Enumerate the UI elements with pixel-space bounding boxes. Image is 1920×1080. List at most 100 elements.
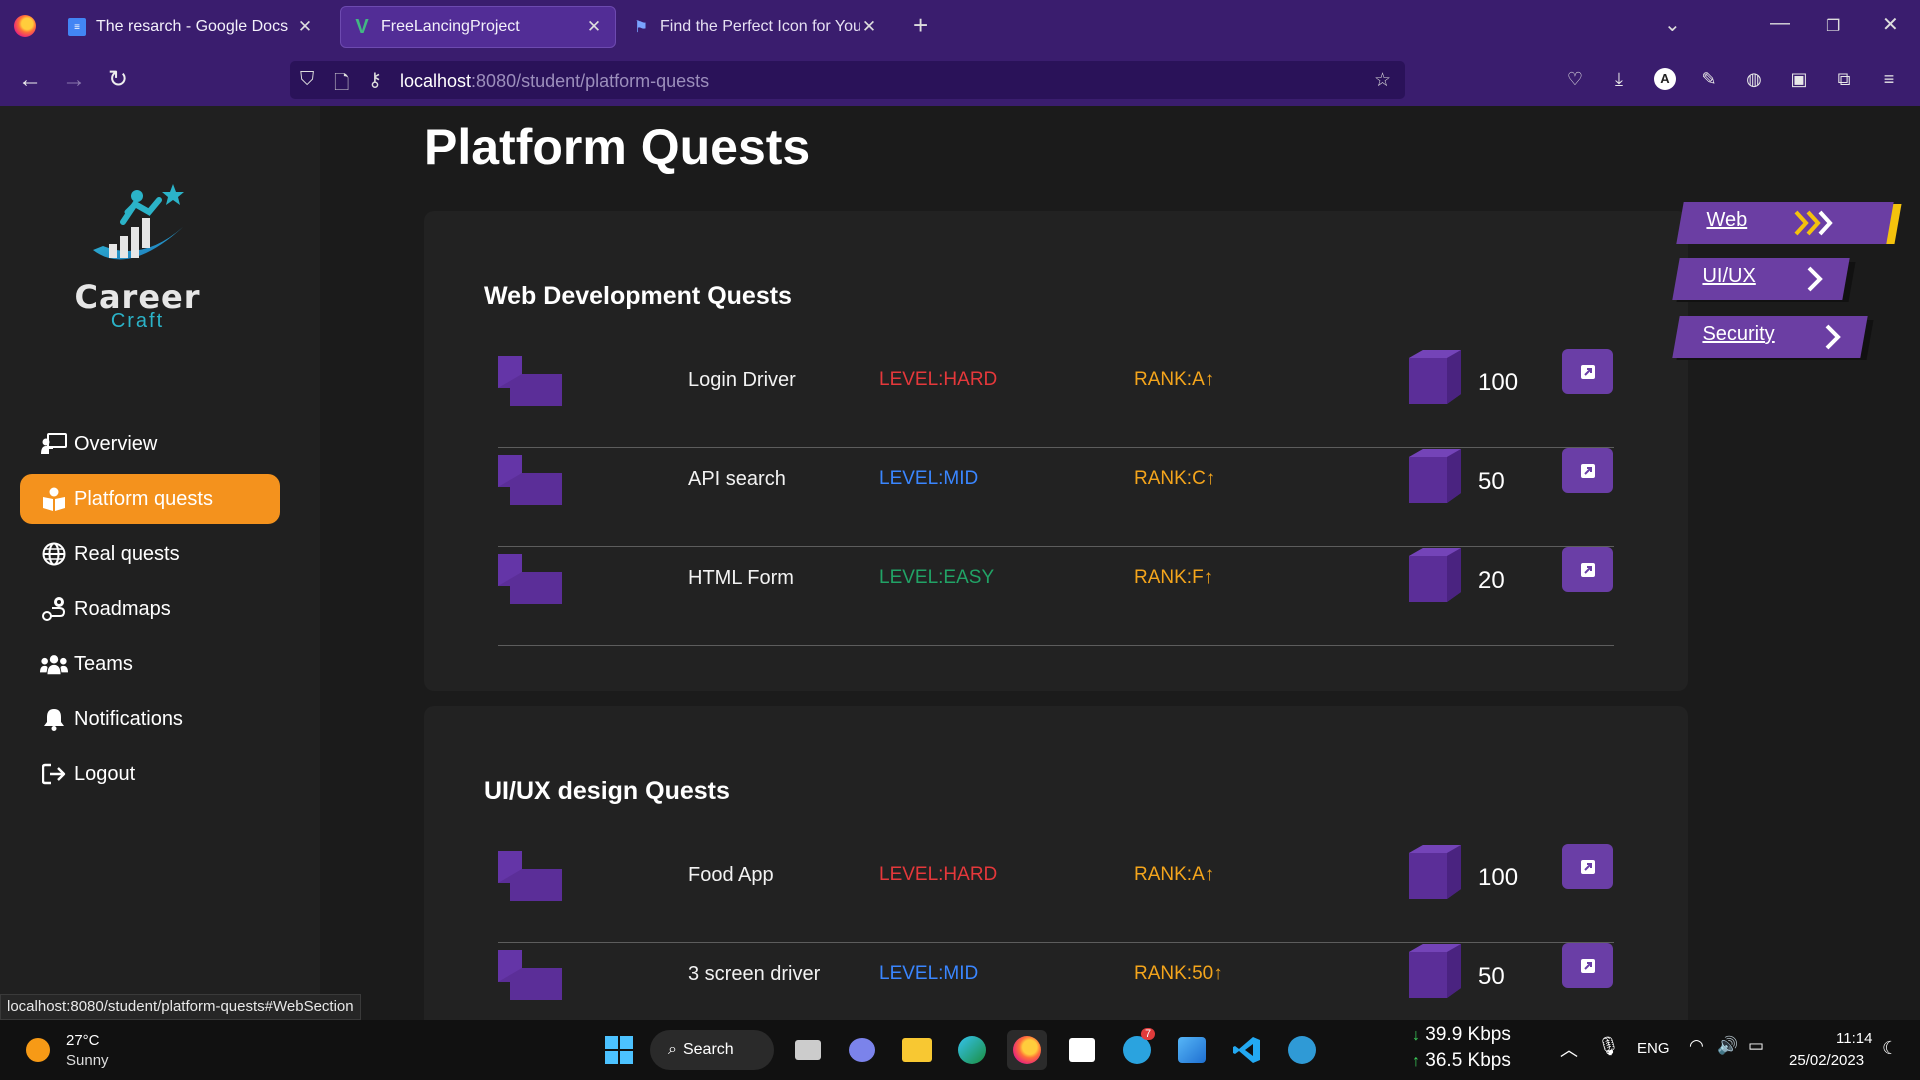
section-nav-label: Web xyxy=(1706,209,1748,231)
close-icon[interactable]: ✕ xyxy=(860,17,878,37)
pocket-icon[interactable]: ♡ xyxy=(1564,68,1586,90)
tab-google-docs[interactable]: ≡ The resarch - Google Docs ✕ xyxy=(56,6,326,48)
forward-arrow-icon[interactable]: → xyxy=(62,66,86,94)
google-docs-icon: ≡ xyxy=(68,18,86,36)
bell-icon xyxy=(40,706,68,732)
sun-weather-icon[interactable] xyxy=(24,1036,52,1064)
back-arrow-icon[interactable]: ← xyxy=(18,66,42,94)
open-quest-button[interactable] xyxy=(1562,943,1613,988)
app-globe-icon[interactable] xyxy=(1286,1034,1318,1066)
star-icon[interactable]: ☆ xyxy=(1374,69,1391,92)
close-icon[interactable]: ✕ xyxy=(296,17,314,37)
windows-start-icon[interactable] xyxy=(603,1034,635,1066)
quest-level: LEVEL:EASY xyxy=(879,567,995,588)
browser-tab-bar: ≡ The resarch - Google Docs ✕ V FreeLanc… xyxy=(0,0,1920,54)
open-quest-button[interactable] xyxy=(1562,844,1613,889)
users-icon xyxy=(40,651,68,677)
sidebar-item-roadmaps[interactable]: Roadmaps xyxy=(20,584,280,634)
sidebar-item-overview[interactable]: Overview xyxy=(20,419,280,469)
address-bar[interactable]: ⛉ 🗋 ⚷ localhost:8080/student/platform-qu… xyxy=(290,61,1405,99)
pen-icon[interactable]: ✎ xyxy=(1698,68,1720,90)
reload-icon[interactable]: ↻ xyxy=(108,66,128,94)
photos-icon[interactable] xyxy=(1176,1034,1208,1066)
store-icon[interactable] xyxy=(1066,1034,1098,1066)
quest-row: 3 screen driver LEVEL:MID RANK:50↑ 50 xyxy=(498,943,1614,1020)
points-cube-icon xyxy=(1409,944,1461,998)
open-quest-button[interactable] xyxy=(1562,349,1613,394)
browser-nav-bar: ← → ↻ ⛉ 🗋 ⚷ localhost:8080/student/platf… xyxy=(0,54,1920,106)
globe-ext-icon[interactable]: ◍ xyxy=(1743,68,1765,90)
quest-rank: RANK:50↑ xyxy=(1134,963,1223,984)
sidebar-item-notifications[interactable]: Notifications xyxy=(20,694,280,744)
wifi-icon[interactable]: ◠ xyxy=(1689,1036,1704,1056)
sidebar-item-real-quests[interactable]: Real quests xyxy=(20,529,280,579)
show-hidden-icons[interactable]: ︿ xyxy=(1560,1036,1578,1062)
quest-points: 20 xyxy=(1478,567,1505,594)
close-window-icon[interactable]: ✕ xyxy=(1882,12,1899,37)
close-icon[interactable]: ✕ xyxy=(585,17,603,37)
sidebar-item-label: Roadmaps xyxy=(74,597,171,620)
new-tab-button[interactable]: + xyxy=(913,10,928,41)
minimize-icon[interactable]: — xyxy=(1770,12,1790,35)
firefox-taskbar-icon[interactable] xyxy=(1007,1030,1047,1070)
quest-points: 100 xyxy=(1478,864,1519,891)
telegram-icon[interactable]: 7 xyxy=(1121,1028,1156,1066)
firefox-icon[interactable] xyxy=(14,15,36,37)
account-icon[interactable]: A xyxy=(1654,68,1676,90)
section-nav-web[interactable]: Web xyxy=(1676,202,1894,244)
net-up-speed: ↑ 36.5 Kbps xyxy=(1412,1050,1511,1072)
open-quest-button[interactable] xyxy=(1562,547,1613,592)
tab-title: Find the Perfect Icon for Your Pr xyxy=(660,18,860,35)
clock-time[interactable]: 11:14 xyxy=(1836,1030,1872,1047)
weather-temp[interactable]: 27°C xyxy=(66,1032,100,1049)
task-view-icon[interactable] xyxy=(792,1034,824,1066)
language-indicator[interactable]: ENG xyxy=(1637,1040,1670,1057)
section-nav-uiux[interactable]: UI/UX xyxy=(1672,258,1850,300)
section-title: Web Development Quests xyxy=(484,282,792,310)
restore-icon[interactable]: ❐ xyxy=(1826,16,1840,36)
download-icon[interactable]: ⤓ xyxy=(1608,68,1630,90)
key-icon[interactable]: ⚷ xyxy=(368,69,382,92)
url-path: :8080/student/platform-quests xyxy=(471,71,710,91)
search-label: Search xyxy=(682,1041,734,1058)
quest-level: LEVEL:MID xyxy=(879,468,979,489)
weather-desc[interactable]: Sunny xyxy=(66,1052,109,1069)
purple-blocks-icon xyxy=(498,851,562,901)
tab-freelancing-project[interactable]: V FreeLancingProject ✕ xyxy=(340,6,616,48)
quest-name: Login Driver xyxy=(688,369,796,391)
file-explorer-icon[interactable] xyxy=(901,1034,933,1066)
quest-rank: RANK:A↑ xyxy=(1134,369,1215,390)
focus-moon-icon[interactable]: ☾ xyxy=(1882,1038,1898,1059)
clock-date[interactable]: 25/02/2023 xyxy=(1789,1052,1864,1069)
quest-name: API search xyxy=(688,468,786,490)
microphone-icon[interactable]: 🎙 xyxy=(1597,1036,1620,1057)
page-icon[interactable]: 🗋 xyxy=(334,69,349,101)
windows-taskbar: 27°C Sunny ⌕ Search 7 ↓ 39.9 Kbps ↑ 36.5… xyxy=(0,1020,1920,1080)
quest-name: 3 screen driver xyxy=(688,963,821,985)
url-text[interactable]: localhost:8080/student/platform-quests xyxy=(400,71,709,92)
chat-icon[interactable] xyxy=(846,1034,878,1066)
volume-icon[interactable]: 🔊 xyxy=(1717,1036,1738,1056)
shield-icon[interactable]: ⛉ xyxy=(300,69,314,91)
sidebar-item-label: Overview xyxy=(74,432,158,455)
quest-row: Food App LEVEL:HARD RANK:A↑ 100 xyxy=(498,844,1614,943)
section-nav-security[interactable]: Security xyxy=(1672,316,1868,358)
points-cube-icon xyxy=(1409,548,1461,602)
open-quest-button[interactable] xyxy=(1562,448,1613,493)
extension-box-icon[interactable]: ▣ xyxy=(1788,68,1810,90)
quest-rank: RANK:C↑ xyxy=(1134,468,1216,489)
edge-icon[interactable] xyxy=(956,1034,988,1066)
sidebar-item-platform-quests[interactable]: Platform quests xyxy=(20,474,280,524)
career-craft-logo[interactable]: Career Craft xyxy=(70,182,205,333)
chevron-right-icon xyxy=(1825,324,1841,350)
sidebar-item-logout[interactable]: Logout xyxy=(20,749,280,799)
arrow-up-icon: ↑ xyxy=(1412,1053,1420,1070)
puzzle-icon[interactable]: ⧉ xyxy=(1833,68,1855,90)
menu-icon[interactable]: ≡ xyxy=(1878,68,1900,90)
sidebar-item-teams[interactable]: Teams xyxy=(20,639,280,689)
vscode-icon[interactable] xyxy=(1231,1034,1263,1066)
chevron-down-icon[interactable]: ⌄ xyxy=(1664,12,1681,37)
battery-icon[interactable]: ▭ xyxy=(1748,1036,1764,1056)
taskbar-search[interactable]: ⌕ Search xyxy=(650,1030,774,1070)
tab-find-icon[interactable]: ⚑ Find the Perfect Icon for Your Pr ✕ xyxy=(620,6,890,48)
